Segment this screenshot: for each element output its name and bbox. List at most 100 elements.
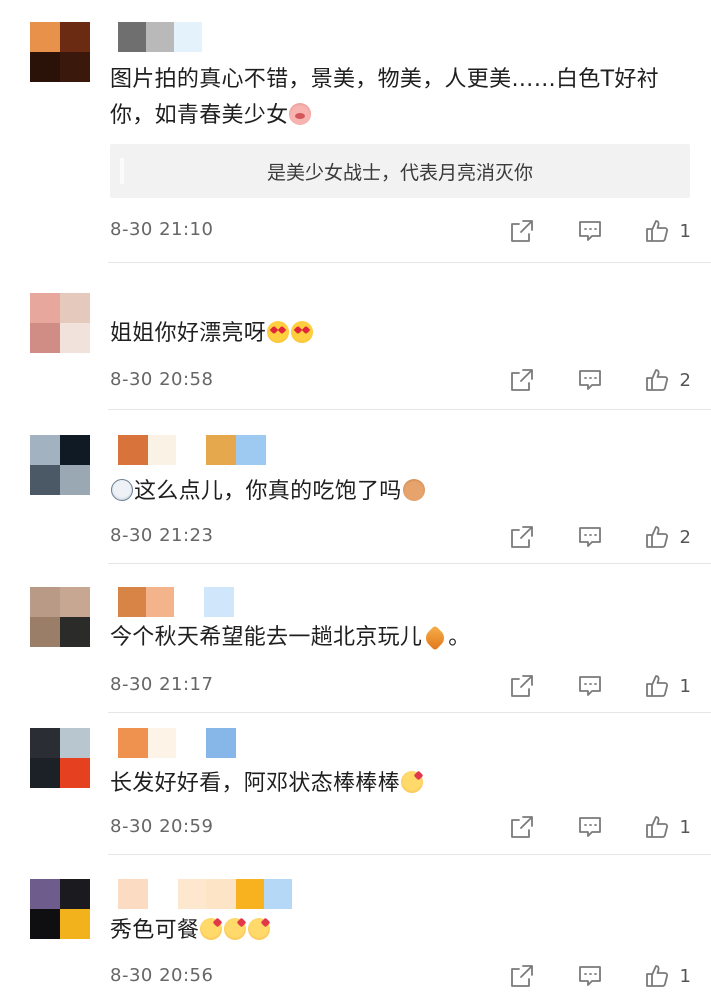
divider [108, 262, 711, 263]
avatar-pixel [60, 22, 90, 52]
like-button[interactable]: 1 [644, 673, 691, 699]
divider [108, 563, 711, 564]
avatar-pixel [30, 323, 60, 353]
reply-button[interactable] [576, 672, 604, 700]
comment-text: 姐姐你好漂亮呀 [110, 316, 695, 352]
reply-button[interactable] [576, 523, 604, 551]
username-pixel [204, 587, 234, 617]
thumbs-up-icon [645, 369, 668, 391]
kiss-emoji-icon [248, 918, 271, 940]
divider [108, 854, 711, 855]
comment-actions: 2 [508, 365, 691, 395]
like-button[interactable]: 1 [644, 963, 691, 989]
share-icon [510, 675, 533, 697]
comment-icon [578, 817, 601, 837]
comment-icon [578, 966, 601, 986]
avatar[interactable] [30, 22, 90, 82]
avatar-pixel [60, 465, 90, 495]
avatar-pixel [60, 435, 90, 465]
reply-preview[interactable]: 是美少女战士，代表月亮消灭你 [110, 144, 690, 198]
username-pixel [118, 879, 148, 909]
share-button[interactable] [508, 217, 536, 245]
kiss-emoji-icon [400, 771, 423, 793]
avatar-pixel [60, 52, 90, 82]
username-redacted[interactable] [118, 22, 202, 52]
comment-icon [578, 370, 601, 390]
avatar-pixel [30, 435, 60, 465]
username-pixel [148, 728, 176, 758]
avatar[interactable] [30, 587, 90, 647]
thumbs-up-icon [645, 965, 668, 987]
thumbs-up-icon [645, 675, 668, 697]
avatar[interactable] [30, 728, 90, 788]
avatar-pixel [60, 879, 90, 909]
username-pixel [264, 879, 292, 909]
heart-eyes-emoji-icon [291, 321, 314, 343]
like-count: 1 [679, 965, 691, 987]
comment-body: 秀色可餐 [110, 918, 200, 943]
comment-body: 这么点儿，你真的吃饱了吗 [134, 479, 402, 504]
username-redacted[interactable] [118, 587, 234, 617]
reply-button[interactable] [576, 813, 604, 841]
avatar[interactable] [30, 293, 90, 353]
username-redacted[interactable] [118, 435, 266, 465]
comment-suffix: 。 [448, 625, 471, 650]
comment-body: 今个秋天希望能去一趟北京玩儿 [110, 625, 423, 650]
avatar[interactable] [30, 435, 90, 495]
share-icon [510, 526, 533, 548]
share-button[interactable] [508, 366, 536, 394]
avatar-pixel [30, 909, 60, 939]
like-count: 2 [679, 526, 691, 548]
avatar-pixel [30, 758, 60, 788]
avatar-pixel [30, 52, 60, 82]
comment-actions: 2 [508, 522, 691, 552]
username-pixel [118, 22, 146, 52]
username-pixel [146, 22, 174, 52]
like-button[interactable]: 2 [644, 524, 691, 550]
share-icon [510, 965, 533, 987]
avatar-pixel [30, 879, 60, 909]
avatar-pixel [60, 323, 90, 353]
reply-button[interactable] [576, 217, 604, 245]
username-pixel [176, 728, 206, 758]
username-redacted[interactable] [118, 879, 292, 909]
comment-text: 今个秋天希望能去一趟北京玩儿。 [110, 620, 695, 656]
comment-actions: 1 [508, 671, 691, 701]
username-redacted[interactable] [118, 728, 236, 758]
comment-text: 秀色可餐 [110, 913, 695, 949]
like-button[interactable]: 1 [644, 814, 691, 840]
share-button[interactable] [508, 813, 536, 841]
thumbs-up-icon [645, 526, 668, 548]
comment-icon [578, 676, 601, 696]
comment-timestamp: 8-30 21:23 [110, 525, 214, 546]
comment-timestamp: 8-30 20:58 [110, 369, 214, 390]
username-pixel [148, 435, 176, 465]
divider [108, 712, 711, 713]
kiss-emoji-icon [224, 918, 247, 940]
avatar-pixel [60, 758, 90, 788]
like-count: 1 [679, 220, 691, 242]
comment-text: 图片拍的真心不错，景美，物美，人更美……白色T好衬你，如青春美少女 [110, 62, 695, 134]
share-button[interactable] [508, 962, 536, 990]
avatar-pixel [60, 293, 90, 323]
comment-icon [578, 527, 601, 547]
reply-button[interactable] [576, 366, 604, 394]
like-button[interactable]: 1 [644, 218, 691, 244]
comment-timestamp: 8-30 21:10 [110, 219, 214, 240]
avatar-pixel [30, 465, 60, 495]
like-button[interactable]: 2 [644, 367, 691, 393]
username-pixel [146, 587, 174, 617]
share-icon [510, 369, 533, 391]
avatar[interactable] [30, 879, 90, 939]
reply-button[interactable] [576, 962, 604, 990]
share-button[interactable] [508, 523, 536, 551]
cry-emoji-icon [111, 479, 133, 501]
username-pixel [236, 879, 264, 909]
thumbs-up-icon [645, 220, 668, 242]
username-pixel [206, 728, 236, 758]
reply-text: 是美少女战士，代表月亮消灭你 [266, 161, 533, 184]
share-button[interactable] [508, 672, 536, 700]
avatar-pixel [30, 728, 60, 758]
divider [108, 409, 711, 410]
avatar-pixel [60, 728, 90, 758]
